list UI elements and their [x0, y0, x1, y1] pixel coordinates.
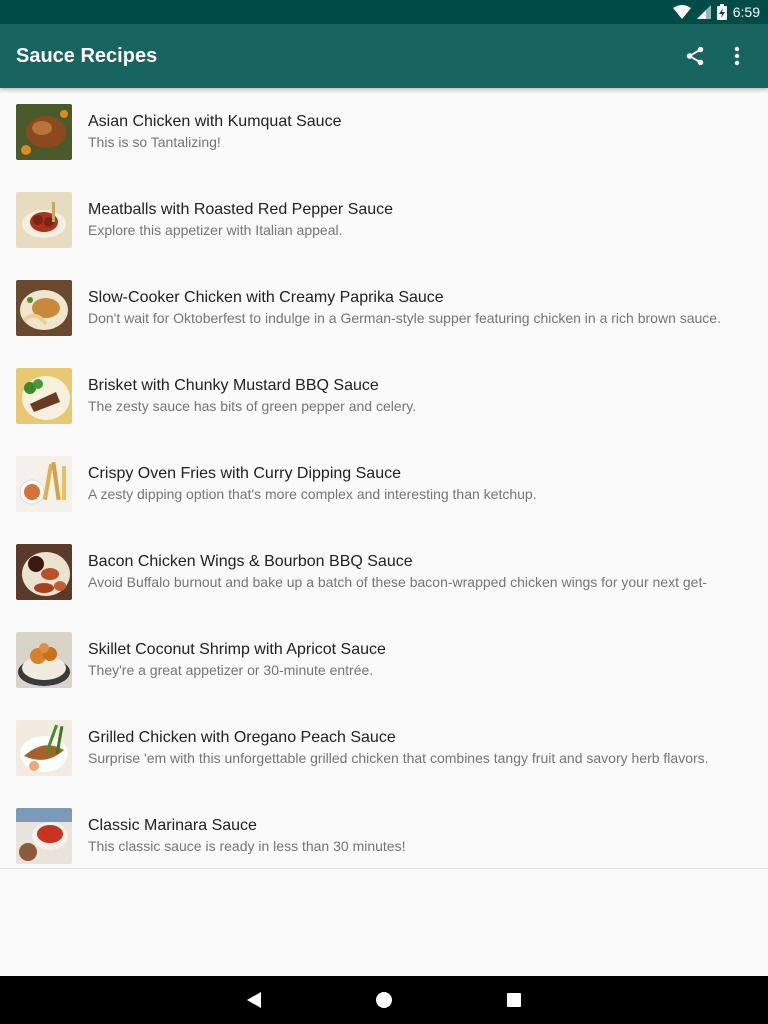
recipe-thumbnail: [16, 104, 72, 160]
recipe-thumbnail: [16, 544, 72, 600]
recipe-subtitle: A zesty dipping option that's more compl…: [88, 486, 537, 502]
home-button[interactable]: [372, 988, 396, 1012]
navigation-bar: [0, 976, 768, 1024]
recipe-subtitle: Avoid Buffalo burnout and bake up a batc…: [88, 574, 707, 590]
recipe-subtitle: This classic sauce is ready in less than…: [88, 838, 406, 854]
recipe-thumbnail: [16, 720, 72, 776]
share-button[interactable]: [674, 32, 716, 80]
recipe-thumbnail: [16, 192, 72, 248]
recipe-title: Skillet Coconut Shrimp with Apricot Sauc…: [88, 641, 386, 658]
more-vert-icon: [734, 46, 740, 66]
recipe-title: Asian Chicken with Kumquat Sauce: [88, 113, 342, 130]
status-bar: 6:59: [0, 0, 768, 24]
recipe-list[interactable]: Asian Chicken with Kumquat Sauce This is…: [0, 88, 768, 869]
recipe-title: Bacon Chicken Wings & Bourbon BBQ Sauce: [88, 553, 413, 570]
recipe-subtitle: They're a great appetizer or 30-minute e…: [88, 662, 374, 678]
recipe-title: Brisket with Chunky Mustard BBQ Sauce: [88, 377, 379, 394]
recipe-subtitle: Explore this appetizer with Italian appe…: [88, 222, 343, 238]
recipe-thumbnail: [16, 808, 72, 864]
signal-icon: [696, 5, 711, 19]
recipe-subtitle: This is so Tantalizing!: [88, 134, 221, 150]
list-item[interactable]: Meatballs with Roasted Red Pepper Sauce …: [0, 176, 768, 264]
app-bar: Sauce Recipes: [0, 24, 768, 88]
recipe-thumbnail: [16, 456, 72, 512]
share-icon: [686, 46, 704, 66]
back-icon: [247, 992, 261, 1008]
app-title: Sauce Recipes: [16, 44, 158, 67]
recipe-title: Crispy Oven Fries with Curry Dipping Sau…: [88, 465, 401, 482]
recipe-thumbnail: [16, 280, 72, 336]
status-time: 6:59: [732, 4, 760, 20]
back-button[interactable]: [242, 988, 266, 1012]
list-item[interactable]: Classic Marinara Sauce This classic sauc…: [0, 792, 768, 868]
home-icon: [376, 992, 392, 1008]
battery-charging-icon: [716, 4, 727, 20]
recents-button[interactable]: [502, 988, 526, 1012]
recipe-thumbnail: [16, 632, 72, 688]
list-item[interactable]: Slow-Cooker Chicken with Creamy Paprika …: [0, 264, 768, 352]
list-item[interactable]: Brisket with Chunky Mustard BBQ Sauce Th…: [0, 352, 768, 440]
list-item[interactable]: Asian Chicken with Kumquat Sauce This is…: [0, 88, 768, 176]
recipe-subtitle: The zesty sauce has bits of green pepper…: [88, 398, 417, 414]
recipe-thumbnail: [16, 368, 72, 424]
list-item[interactable]: Grilled Chicken with Oregano Peach Sauce…: [0, 704, 768, 792]
recipe-title: Slow-Cooker Chicken with Creamy Paprika …: [88, 289, 444, 306]
list-item[interactable]: Bacon Chicken Wings & Bourbon BBQ Sauce …: [0, 528, 768, 616]
recents-icon: [507, 993, 521, 1007]
recipe-title: Classic Marinara Sauce: [88, 817, 257, 834]
recipe-title: Grilled Chicken with Oregano Peach Sauce: [88, 729, 396, 746]
list-item[interactable]: Crispy Oven Fries with Curry Dipping Sau…: [0, 440, 768, 528]
recipe-subtitle: Surprise 'em with this unforgettable gri…: [88, 750, 709, 766]
recipe-title: Meatballs with Roasted Red Pepper Sauce: [88, 201, 394, 218]
more-options-button[interactable]: [716, 32, 758, 80]
list-item[interactable]: Skillet Coconut Shrimp with Apricot Sauc…: [0, 616, 768, 704]
recipe-subtitle: Don't wait for Oktoberfest to indulge in…: [88, 310, 721, 326]
wifi-icon: [672, 5, 691, 19]
